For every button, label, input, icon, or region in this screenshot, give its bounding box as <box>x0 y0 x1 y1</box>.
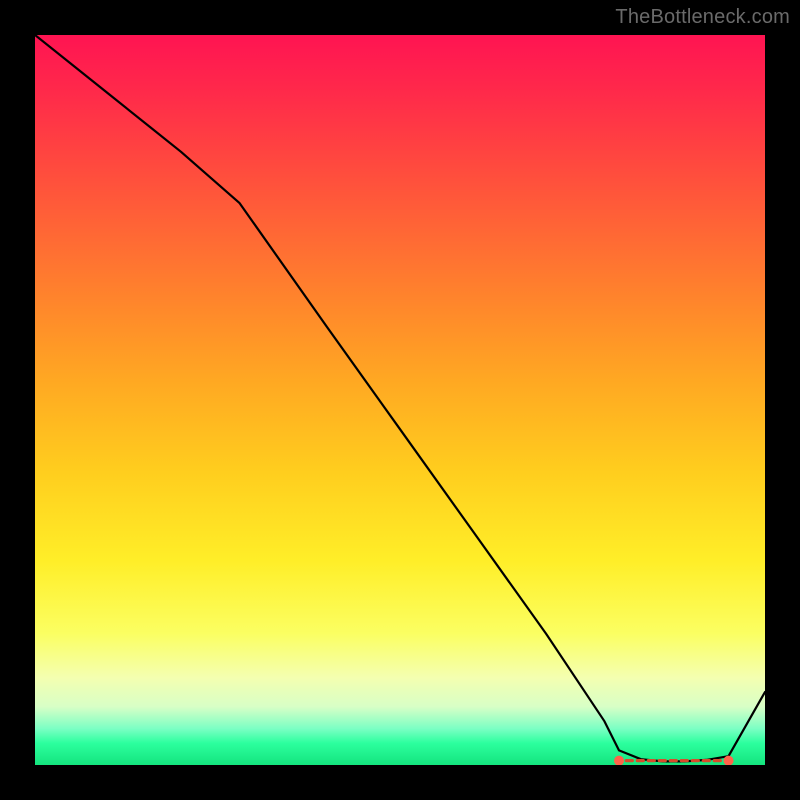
bottleneck-curve <box>35 35 765 761</box>
plot-overlay <box>35 35 765 765</box>
optimal-start-dot <box>614 756 624 765</box>
attribution-label: TheBottleneck.com <box>615 6 790 29</box>
plot-area <box>35 35 765 765</box>
chart-frame: TheBottleneck.com <box>0 0 800 800</box>
